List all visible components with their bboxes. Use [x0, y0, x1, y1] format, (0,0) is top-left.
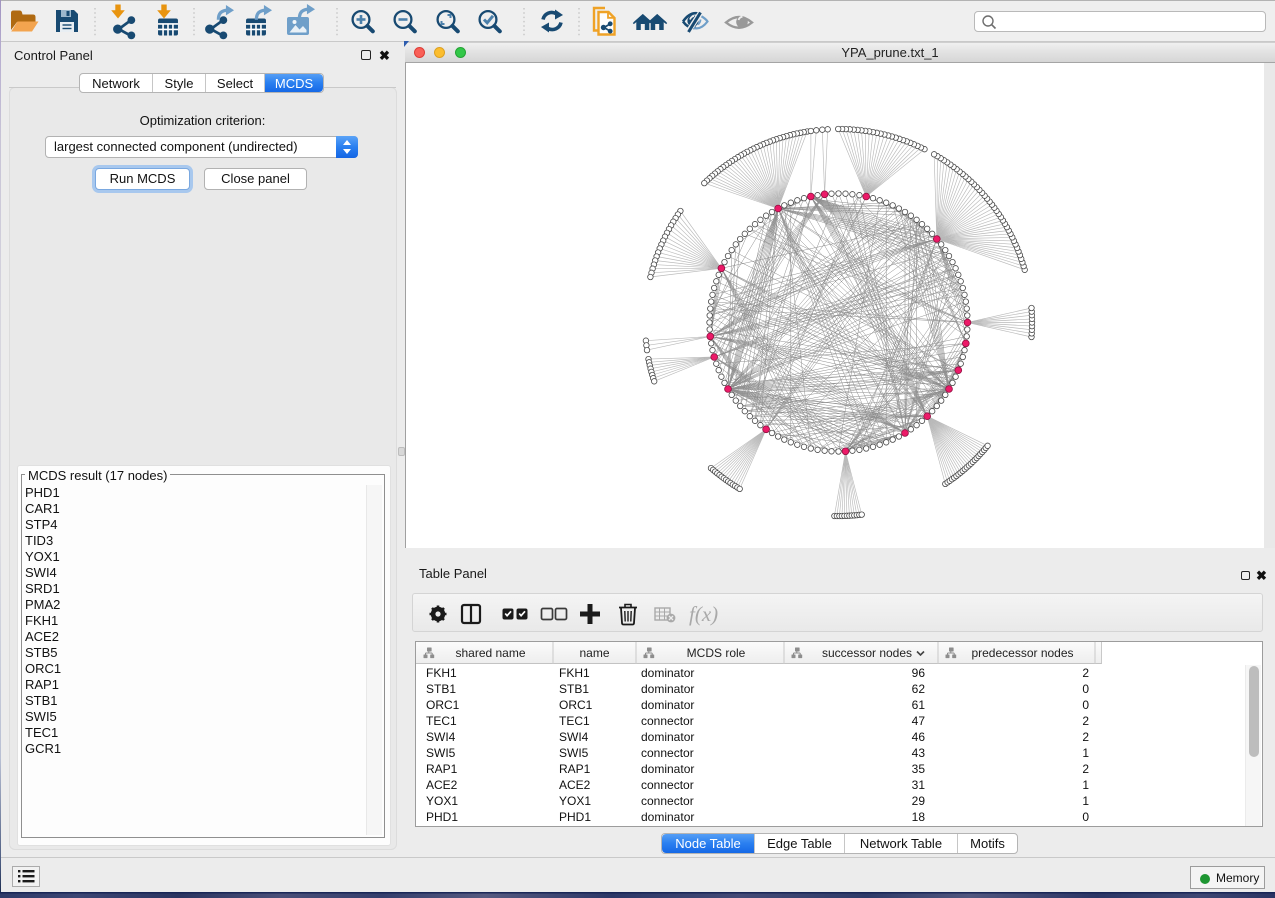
svg-text:MCDS role: MCDS role: [687, 646, 746, 660]
svg-text:f(x): f(x): [689, 602, 718, 626]
svg-text:predecessor nodes: predecessor nodes: [971, 646, 1073, 660]
svg-text:successor nodes: successor nodes: [822, 646, 912, 660]
svg-text:name: name: [579, 646, 609, 660]
svg-text:shared name: shared name: [455, 646, 525, 660]
